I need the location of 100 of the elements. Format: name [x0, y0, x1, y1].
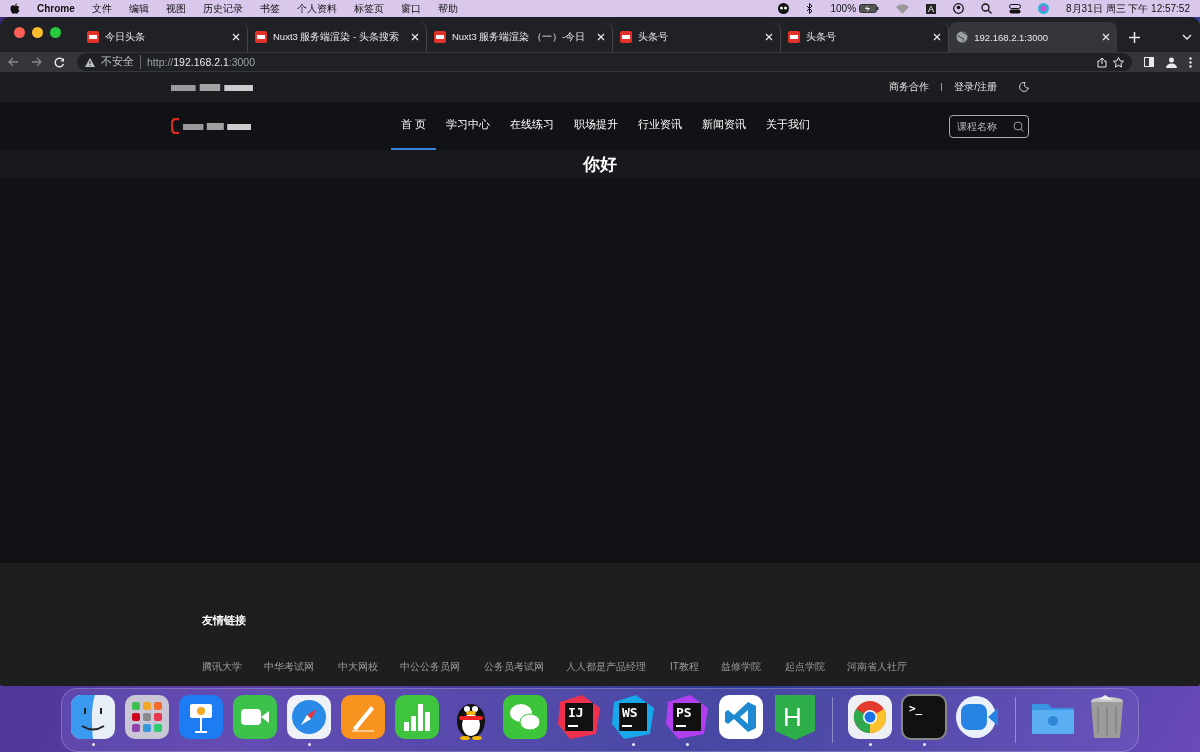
page-heading: 你好: [583, 153, 617, 176]
compass-icon[interactable]: [286, 694, 332, 740]
friend-link[interactable]: 公务员考试网: [484, 660, 544, 674]
menu-item[interactable]: 窗口: [400, 1, 421, 16]
nav-link[interactable]: 职场提升: [563, 102, 628, 150]
friend-link[interactable]: 腾讯大学: [202, 660, 242, 674]
video-camera-icon[interactable]: [955, 694, 1001, 740]
bluetooth-icon[interactable]: [806, 3, 814, 14]
menu-item[interactable]: 文件: [91, 1, 112, 16]
app-grid-icon[interactable]: [124, 694, 170, 740]
battery-icon[interactable]: [859, 4, 880, 13]
brand-logo-icon: [788, 31, 801, 43]
minimize-window-button[interactable]: [32, 27, 43, 38]
menu-item[interactable]: 个人资料: [296, 1, 337, 16]
close-window-button[interactable]: [14, 27, 25, 38]
back-arrow-icon[interactable]: [8, 57, 19, 67]
running-indicator: [307, 743, 311, 746]
chevron-down-icon[interactable]: [1182, 34, 1192, 40]
clock[interactable]: 8月31日 周三 下午 12:57:52: [1066, 1, 1190, 16]
nav-link[interactable]: 关于我们: [755, 102, 820, 150]
user-circle-icon[interactable]: [953, 3, 965, 14]
footer-heading: 友情链接: [202, 613, 247, 628]
close-icon[interactable]: [232, 33, 240, 41]
menu-item[interactable]: 编辑: [128, 1, 149, 16]
tab-title: Nuxt3 服务端渲染 - 头条搜索: [273, 30, 399, 44]
friend-link[interactable]: 河南省人社厅: [846, 660, 907, 674]
friend-link[interactable]: 中大网校: [338, 660, 378, 674]
running-indicator: [868, 743, 872, 746]
tab-title: Nuxt3 服务端渲染 （一）-今日: [451, 30, 586, 44]
moon-icon[interactable]: [1019, 82, 1029, 92]
new-tab-icon[interactable]: [1128, 31, 1140, 43]
code-editor-icon[interactable]: [718, 694, 764, 740]
friend-link[interactable]: IT教程: [670, 660, 699, 674]
forward-arrow-icon[interactable]: [31, 57, 42, 67]
menu-item[interactable]: 书签: [259, 1, 280, 16]
terminal-icon[interactable]: >_: [901, 694, 947, 740]
tab-title: 今日头条: [105, 30, 146, 44]
bar-chart-icon[interactable]: [394, 694, 440, 740]
nav-link[interactable]: 新闻资讯: [691, 102, 756, 150]
friend-link[interactable]: 益修学院: [720, 660, 761, 674]
control-center-icon[interactable]: [1009, 3, 1022, 14]
running-indicator: [685, 743, 689, 746]
close-icon[interactable]: [1102, 33, 1111, 41]
tab-title: 192.168.2.1:3000: [974, 31, 1050, 43]
menu-item[interactable]: 帮助: [437, 1, 458, 16]
brand-logo-icon: [433, 31, 446, 43]
search-field[interactable]: 课程名称: [949, 114, 1029, 138]
running-indicator: [91, 743, 95, 746]
chrome-icon[interactable]: [847, 694, 893, 740]
brand-logo-icon: [255, 31, 267, 43]
close-icon[interactable]: [410, 33, 419, 41]
tab-title: 头条号: [806, 30, 838, 44]
ide-icon[interactable]: PS: [664, 694, 710, 740]
app-menu[interactable]: Chrome: [37, 3, 75, 14]
ide-icon[interactable]: WS: [610, 694, 656, 740]
input-method-indicator[interactable]: A: [926, 3, 937, 14]
tab-title: 头条号: [638, 30, 670, 44]
friend-link[interactable]: 人人都是产品经理: [566, 660, 646, 674]
security-label[interactable]: 不安全: [101, 55, 141, 69]
menu-item[interactable]: 视图: [165, 1, 186, 16]
profile-icon[interactable]: [1166, 56, 1177, 68]
top-link[interactable]: 登录/注册: [954, 80, 997, 94]
warning-icon[interactable]: [85, 57, 95, 67]
menu-item[interactable]: 历史记录: [202, 1, 243, 16]
video-camera-icon[interactable]: [232, 694, 278, 740]
friend-link[interactable]: 中华考试网: [264, 660, 314, 674]
nav-link[interactable]: 在线练习: [499, 102, 564, 150]
nav-link[interactable]: 学习中心: [435, 102, 500, 150]
brand-logo-icon: [620, 31, 633, 43]
ide-icon[interactable]: IJ: [556, 694, 602, 740]
battery-percent: 100%: [830, 3, 857, 14]
running-indicator: [922, 743, 926, 746]
search-icon[interactable]: [981, 3, 993, 14]
top-link[interactable]: 商务合作: [889, 80, 930, 94]
search-icon[interactable]: [1013, 120, 1024, 132]
share-icon[interactable]: [1097, 56, 1107, 68]
url-text[interactable]: http://192.168.2.1:3000: [147, 56, 255, 68]
friend-link[interactable]: 起点学院: [784, 660, 825, 674]
nav-link[interactable]: 行业资讯: [627, 102, 692, 150]
more-menu-icon[interactable]: [1189, 56, 1192, 68]
friend-link[interactable]: 中公公务员网: [400, 660, 460, 674]
globe-icon: [956, 31, 969, 43]
zoom-window-button[interactable]: [50, 27, 61, 38]
close-icon[interactable]: [765, 33, 774, 41]
podium-icon[interactable]: [178, 694, 224, 740]
browser-tab[interactable]: 192.168.2.1:3000: [949, 22, 1118, 52]
reload-icon[interactable]: [54, 56, 65, 68]
star-icon[interactable]: [1113, 56, 1124, 68]
blurred-logo-drawing: [183, 122, 251, 131]
owl-icon[interactable]: [778, 3, 790, 14]
chat-bubbles-icon[interactable]: [502, 694, 548, 740]
menu-item[interactable]: 标签页: [353, 1, 384, 16]
close-icon[interactable]: [597, 33, 606, 41]
pen-icon[interactable]: [340, 694, 386, 740]
brand-logo-icon: [87, 31, 99, 43]
finder-face-icon[interactable]: [70, 694, 116, 740]
close-icon[interactable]: [933, 33, 942, 41]
apple-logo-icon[interactable]: [10, 3, 20, 14]
logo-bracket-icon[interactable]: [171, 118, 180, 134]
side-panel-icon[interactable]: [1144, 57, 1154, 67]
